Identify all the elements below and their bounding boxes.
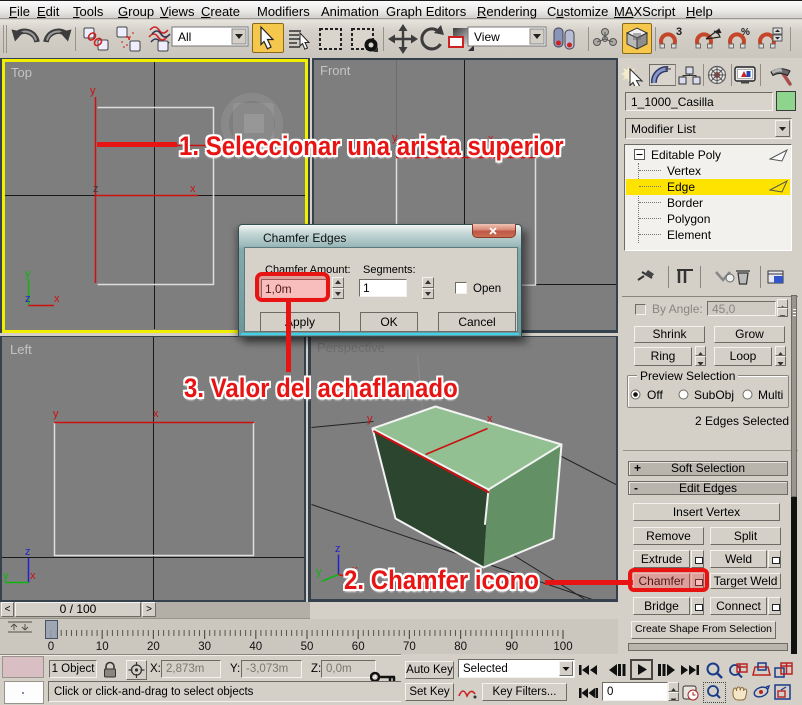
svg-text:20: 20 [147, 641, 160, 653]
svg-text:y: y [316, 566, 322, 578]
svg-text:50: 50 [301, 641, 314, 653]
svg-text:70: 70 [403, 641, 416, 653]
svg-text:y: y [3, 570, 9, 582]
svg-text:y: y [367, 413, 373, 425]
svg-text:30: 30 [198, 641, 211, 653]
svg-text:z: z [93, 183, 99, 195]
svg-text:z: z [25, 546, 31, 558]
svg-text:x: x [488, 133, 494, 145]
svg-text:60: 60 [352, 641, 365, 653]
svg-text:z: z [335, 543, 341, 555]
svg-text:x: x [190, 183, 196, 195]
svg-text:x: x [352, 564, 358, 576]
svg-text:3: 3 [676, 26, 682, 38]
svg-text:80: 80 [454, 641, 467, 653]
svg-text:x: x [487, 413, 493, 425]
svg-text:%: % [741, 27, 750, 38]
svg-text:10: 10 [96, 641, 109, 653]
svg-text:90: 90 [505, 641, 518, 653]
svg-text:View: View [474, 30, 500, 44]
svg-text:0: 0 [48, 641, 54, 653]
svg-text:y: y [90, 85, 96, 97]
svg-text:All: All [178, 30, 191, 44]
svg-text:y: y [25, 268, 31, 280]
svg-text:x: x [30, 570, 36, 582]
svg-text:y: y [392, 132, 398, 144]
svg-text:100: 100 [553, 641, 572, 653]
svg-text:z: z [25, 293, 31, 305]
svg-text:x: x [153, 408, 159, 420]
svg-text:40: 40 [249, 641, 262, 653]
svg-text:x: x [54, 293, 60, 305]
svg-text:y: y [53, 408, 59, 420]
